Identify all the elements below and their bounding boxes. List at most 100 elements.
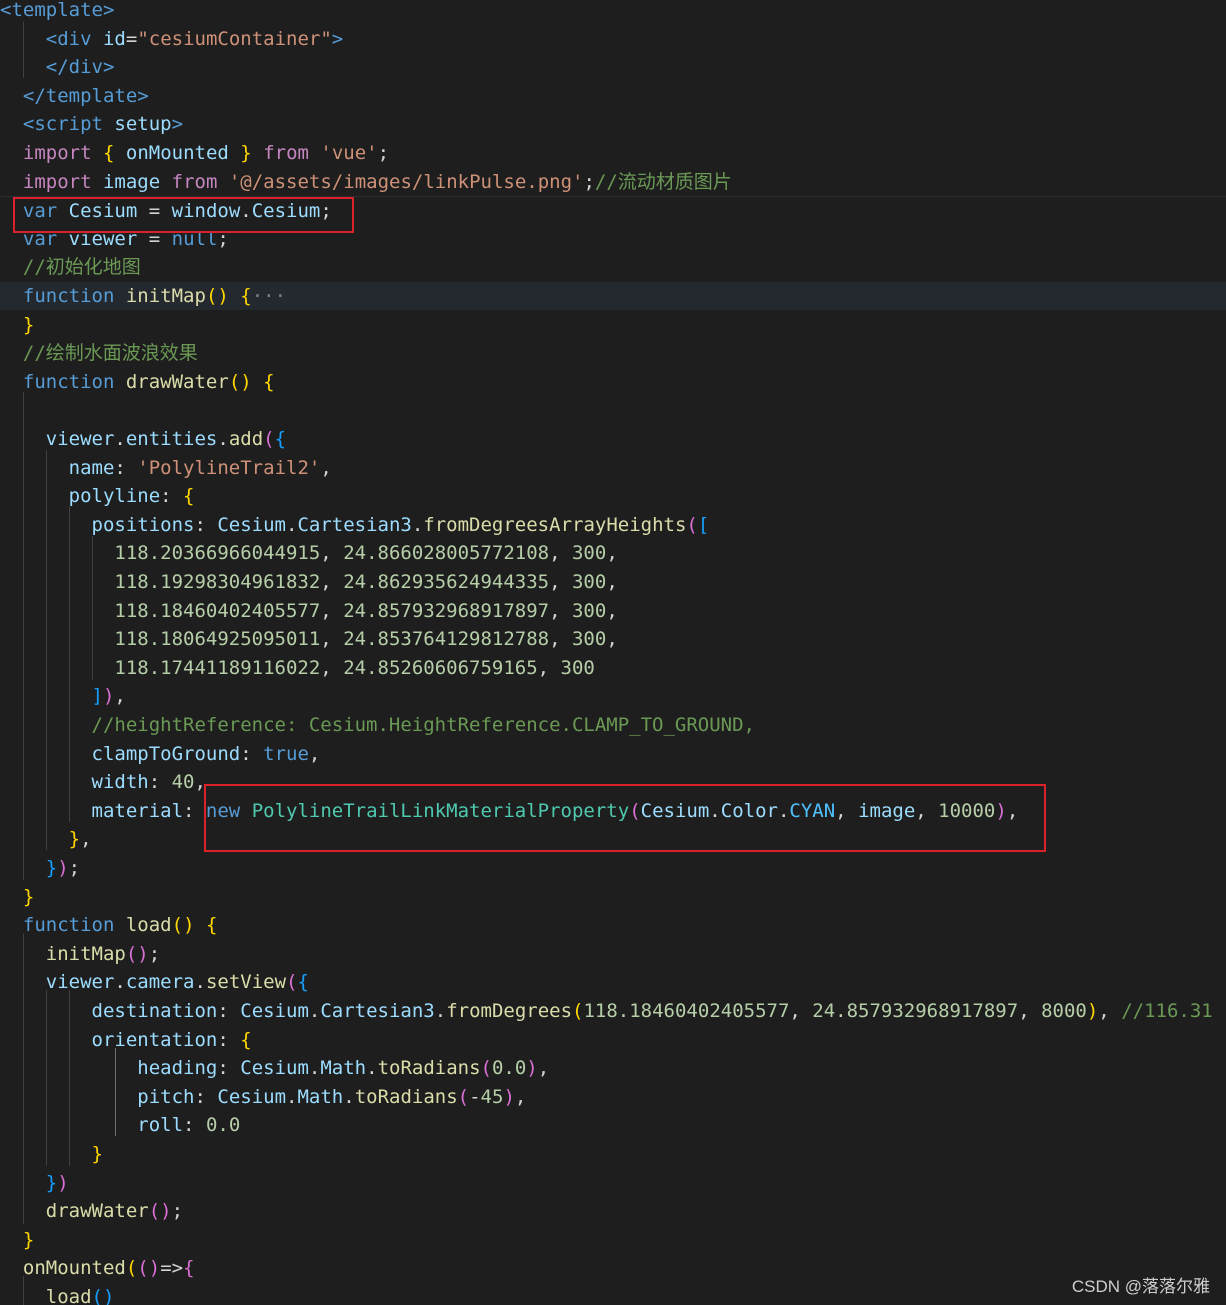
code-token: } bbox=[45, 857, 58, 879]
code-token: 118.19298304961832 bbox=[114, 571, 321, 593]
code-token: positions bbox=[91, 513, 195, 536]
code-token: load bbox=[125, 914, 172, 937]
code-line[interactable]: pitch: Cesium.Math.toRadians(-45), bbox=[0, 1083, 1226, 1111]
code-line[interactable]: }); bbox=[0, 854, 1226, 882]
code-line[interactable] bbox=[0, 396, 1226, 424]
code-token: , bbox=[606, 542, 618, 565]
code-line[interactable]: <div id="cesiumContainer"> bbox=[0, 25, 1226, 53]
code-line[interactable]: //初始化地图 bbox=[0, 253, 1226, 281]
code-token: orientation bbox=[91, 1028, 218, 1051]
code-line[interactable]: roll: 0.0 bbox=[0, 1111, 1226, 1139]
code-token: function bbox=[22, 370, 115, 393]
indent-guide bbox=[46, 450, 47, 850]
code-line[interactable]: <script setup> bbox=[0, 110, 1226, 138]
code-line[interactable]: function load() { bbox=[0, 911, 1226, 939]
code-token: . bbox=[217, 428, 229, 450]
code-token: ) bbox=[57, 1171, 69, 1194]
code-token: id bbox=[102, 27, 126, 50]
code-token: 40 bbox=[171, 771, 195, 794]
code-line[interactable]: onMounted(()=>{ bbox=[0, 1254, 1226, 1282]
code-line[interactable]: import image from '@/assets/images/linkP… bbox=[0, 168, 1226, 196]
code-line[interactable]: 118.19298304961832, 24.862935624944335, … bbox=[0, 568, 1226, 596]
code-token: //流动材质图片 bbox=[594, 170, 732, 193]
code-token: } bbox=[22, 313, 35, 336]
code-token: ( bbox=[457, 1085, 470, 1108]
code-line[interactable]: viewer.camera.setView({ bbox=[0, 968, 1226, 996]
code-line[interactable]: destination: Cesium.Cartesian3.fromDegre… bbox=[0, 997, 1226, 1025]
code-token: fromDegreesArrayHeights bbox=[423, 513, 687, 536]
code-token: initMap bbox=[125, 285, 206, 307]
code-token: width bbox=[91, 771, 149, 794]
code-token: : bbox=[160, 485, 184, 508]
code-line[interactable]: clampToGround: true, bbox=[0, 740, 1226, 768]
code-line[interactable]: } bbox=[0, 311, 1226, 339]
code-line[interactable]: //绘制水面波浪效果 bbox=[0, 339, 1226, 367]
code-token: { bbox=[263, 370, 275, 393]
code-token: () bbox=[205, 285, 229, 307]
code-line[interactable]: name: 'PolylineTrail2', bbox=[0, 454, 1226, 482]
code-token: => bbox=[160, 1257, 184, 1280]
code-line[interactable]: load() bbox=[0, 1283, 1226, 1305]
code-token: { bbox=[102, 142, 115, 164]
code-token: , bbox=[549, 599, 572, 622]
code-line[interactable]: ]), bbox=[0, 682, 1226, 710]
code-token: pitch bbox=[137, 1085, 195, 1108]
code-line[interactable]: function initMap() {··· bbox=[0, 282, 1226, 310]
code-line[interactable]: positions: Cesium.Cartesian3.fromDegrees… bbox=[0, 511, 1226, 539]
code-line[interactable]: 118.18064925095011, 24.853764129812788, … bbox=[0, 625, 1226, 653]
code-token: , bbox=[606, 571, 618, 593]
code-line[interactable]: viewer.entities.add({ bbox=[0, 425, 1226, 453]
code-token: polyline bbox=[68, 485, 161, 508]
code-line[interactable]: </template> bbox=[0, 82, 1226, 110]
code-line[interactable]: initMap(); bbox=[0, 940, 1226, 968]
code-token: Cesium bbox=[217, 513, 286, 536]
code-line[interactable]: 118.17441189116022, 24.85260606759165, 3… bbox=[0, 654, 1226, 682]
code-token: , bbox=[308, 742, 321, 765]
code-line[interactable]: 118.20366966044915, 24.866028005772108, … bbox=[0, 539, 1226, 567]
code-token: 24.866028005772108 bbox=[343, 542, 550, 565]
code-token: ( bbox=[480, 1057, 492, 1080]
code-line[interactable]: 118.18460402405577, 24.857932968917897, … bbox=[0, 597, 1226, 625]
code-line[interactable]: </div> bbox=[0, 53, 1226, 81]
code-token: 300 bbox=[571, 542, 607, 565]
indent-guide bbox=[115, 1048, 116, 1136]
code-line[interactable]: } bbox=[0, 1226, 1226, 1254]
code-token: ) bbox=[1086, 1000, 1099, 1022]
code-token: . bbox=[114, 971, 126, 994]
code-line[interactable]: }) bbox=[0, 1169, 1226, 1197]
code-token: , bbox=[549, 542, 572, 565]
code-line[interactable]: import { onMounted } from 'vue'; bbox=[0, 139, 1226, 167]
code-token: 45 bbox=[480, 1085, 504, 1108]
indent-guide bbox=[92, 536, 93, 680]
code-line[interactable]: <template> bbox=[0, 0, 1226, 24]
code-line[interactable]: //heightReference: Cesium.HeightReferenc… bbox=[0, 711, 1226, 739]
code-token: 'vue' bbox=[320, 142, 378, 164]
code-line[interactable]: drawWater(); bbox=[0, 1197, 1226, 1225]
code-line[interactable]: } bbox=[0, 883, 1226, 911]
code-line[interactable]: polyline: { bbox=[0, 482, 1226, 510]
code-line[interactable]: } bbox=[0, 1140, 1226, 1168]
code-line[interactable]: orientation: { bbox=[0, 1026, 1226, 1054]
code-token: ( bbox=[686, 513, 698, 536]
code-token: ) bbox=[57, 857, 69, 879]
code-token: 118.18460402405577 bbox=[114, 599, 321, 622]
code-token: > bbox=[171, 113, 184, 136]
code-token: ; bbox=[377, 142, 390, 164]
code-token: ) bbox=[526, 1057, 538, 1080]
code-token: drawWater bbox=[125, 370, 229, 393]
code-line[interactable]: function drawWater() { bbox=[0, 368, 1226, 396]
code-token: () bbox=[228, 370, 252, 393]
code-line[interactable]: heading: Cesium.Math.toRadians(0.0), bbox=[0, 1054, 1226, 1082]
code-editor[interactable]: <template> <div id="cesiumContainer"> </… bbox=[0, 0, 1226, 1305]
code-token: destination bbox=[91, 1000, 218, 1022]
